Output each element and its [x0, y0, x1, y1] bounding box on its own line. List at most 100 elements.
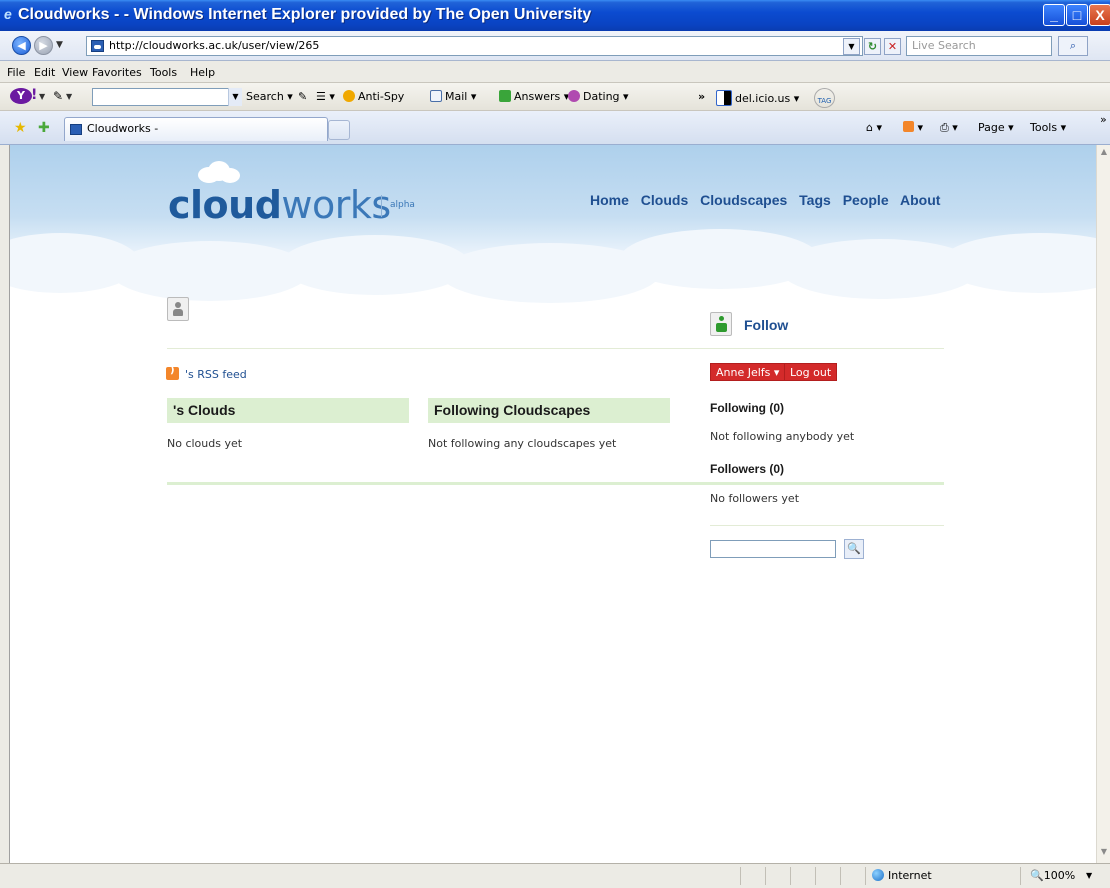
yahoo-dropdown-icon[interactable]: ▼ [39, 92, 45, 101]
live-search-button[interactable]: ⌕ [1058, 36, 1088, 56]
command-more-icon[interactable]: » [1100, 113, 1107, 126]
site-search-button[interactable]: 🔍 [844, 539, 864, 559]
history-dropdown-icon[interactable]: ▼ [56, 40, 63, 50]
toolbar-more-icon[interactable]: » [698, 90, 705, 103]
nav-people[interactable]: People [843, 192, 889, 208]
feeds-button[interactable]: ▾ [903, 121, 923, 134]
yahoo-search-label: Search [246, 90, 284, 103]
mail-button[interactable]: Mail ▾ [430, 90, 476, 103]
close-button[interactable]: X [1089, 4, 1110, 26]
page-viewport: cloudworks alpha Home Clouds Cloudscapes… [10, 145, 1096, 863]
refresh-button[interactable]: ↻ [864, 38, 881, 55]
divider-top [167, 348, 944, 349]
window-left-edge [0, 145, 10, 863]
live-search-input[interactable]: Live Search [906, 36, 1052, 56]
yahoo-logo-icon[interactable]: Y [10, 88, 32, 104]
scroll-down-icon[interactable]: ▼ [1098, 847, 1110, 861]
window-title-bar: e Cloudworks - - Windows Internet Explor… [0, 0, 1110, 31]
followers-heading: Followers (0) [710, 462, 785, 476]
feeds-icon [903, 121, 914, 132]
print-button[interactable]: ⎙ ▾ [940, 121, 958, 135]
site-header: cloudworks alpha Home Clouds Cloudscapes… [10, 145, 1096, 303]
home-button[interactable]: ⌂ ▾ [866, 121, 882, 134]
site-search-input[interactable] [710, 540, 836, 558]
follow-icon[interactable] [710, 312, 732, 336]
zoom-dropdown-icon[interactable]: ▼ [1086, 871, 1092, 880]
yahoo-excl: ! [31, 87, 38, 103]
scroll-up-icon[interactable]: ▲ [1098, 147, 1110, 161]
highlight-pen-icon[interactable]: ✎ [298, 90, 307, 103]
new-tab-button[interactable] [328, 120, 350, 140]
following-empty-text: Not following anybody yet [710, 430, 855, 443]
status-cell [815, 867, 816, 885]
security-zone[interactable]: Internet [872, 869, 932, 882]
back-button[interactable]: ◀ [12, 36, 31, 55]
tag-button[interactable]: TAG [814, 88, 835, 108]
nav-tags[interactable]: Tags [799, 192, 831, 208]
minimize-button[interactable]: _ [1043, 4, 1065, 26]
rss-icon [166, 365, 179, 380]
divider-bottom [167, 482, 944, 485]
rss-feed-link[interactable]: 's RSS feed [166, 365, 247, 381]
menu-favorites[interactable]: Favorites [92, 66, 142, 79]
logo-cloud-icon [194, 159, 240, 183]
answers-icon [499, 90, 511, 102]
follow-link[interactable]: Follow [744, 317, 788, 333]
address-input[interactable]: http://cloudworks.ac.uk/user/view/265 [86, 36, 863, 56]
yahoo-search-dropdown-icon[interactable]: ▼ [228, 88, 242, 106]
options-icon[interactable]: ☰ ▾ [316, 90, 335, 103]
address-dropdown-icon[interactable]: ▼ [843, 38, 860, 55]
tab-label: Cloudworks - [87, 122, 159, 135]
menu-view[interactable]: View [62, 66, 88, 79]
tools-menu-button[interactable]: Tools ▾ [1030, 121, 1066, 134]
antispy-button[interactable]: Anti-Spy [343, 90, 404, 103]
status-cell [865, 867, 866, 885]
site-logo[interactable]: cloudworks [168, 183, 391, 227]
user-menu-button[interactable]: Anne Jelfs ▾ [710, 363, 786, 381]
yahoo-toolbar: Y ! ▼ ✎ ▼ ▼ Search ▾ ✎ ☰ ▾ Anti-Spy Mail… [0, 83, 1110, 111]
antispy-label: Anti-Spy [358, 90, 405, 103]
answers-button[interactable]: Answers ▾ [499, 90, 569, 103]
page-menu-button[interactable]: Page ▾ [978, 121, 1014, 134]
logo-divider [381, 195, 382, 217]
dating-icon [568, 90, 580, 102]
address-url: http://cloudworks.ac.uk/user/view/265 [109, 39, 320, 52]
logout-button[interactable]: Log out [784, 363, 838, 381]
vertical-scrollbar[interactable]: ▲ ▼ [1096, 145, 1110, 863]
pen-icon[interactable]: ✎ [53, 89, 63, 103]
logo-rest: works [281, 183, 391, 227]
window-title: Cloudworks - - Windows Internet Explorer… [18, 6, 592, 23]
nav-home[interactable]: Home [590, 192, 629, 208]
pen-dropdown-icon[interactable]: ▼ [66, 92, 72, 101]
yahoo-search-input[interactable] [92, 88, 242, 106]
menu-edit[interactable]: Edit [34, 66, 55, 79]
zoom-level[interactable]: 🔍100% [1030, 869, 1075, 882]
status-cell [765, 867, 766, 885]
clouds-heading: 's Clouds [167, 398, 409, 423]
nav-about[interactable]: About [900, 192, 940, 208]
menu-help[interactable]: Help [190, 66, 215, 79]
status-cell [790, 867, 791, 885]
add-favorites-icon[interactable]: ✚ [38, 120, 50, 136]
zoom-value: 100% [1043, 869, 1076, 882]
clouds-empty-text: No clouds yet [167, 437, 243, 450]
menu-bar: File Edit View Favorites Tools Help [0, 61, 1110, 83]
status-cell [840, 867, 841, 885]
alpha-label: alpha [390, 200, 415, 210]
favorites-star-icon[interactable]: ★ [14, 120, 27, 136]
tab-cloudworks[interactable]: Cloudworks - [64, 117, 328, 141]
stop-button[interactable]: ✕ [884, 38, 901, 55]
divider-sidebar [710, 525, 944, 526]
menu-file[interactable]: File [7, 66, 25, 79]
followers-empty-text: No followers yet [710, 492, 800, 505]
forward-button[interactable]: ▶ [34, 36, 53, 55]
nav-cloudscapes[interactable]: Cloudscapes [700, 192, 787, 208]
globe-icon [872, 869, 884, 881]
delicious-button[interactable]: del.icio.us ▾ [716, 90, 799, 106]
maximize-button[interactable]: □ [1066, 4, 1088, 26]
nav-clouds[interactable]: Clouds [641, 192, 688, 208]
yahoo-search-button[interactable]: Search ▾ [246, 90, 293, 103]
answers-label: Answers [514, 90, 561, 103]
dating-button[interactable]: Dating ▾ [568, 90, 629, 103]
menu-tools[interactable]: Tools [150, 66, 177, 79]
